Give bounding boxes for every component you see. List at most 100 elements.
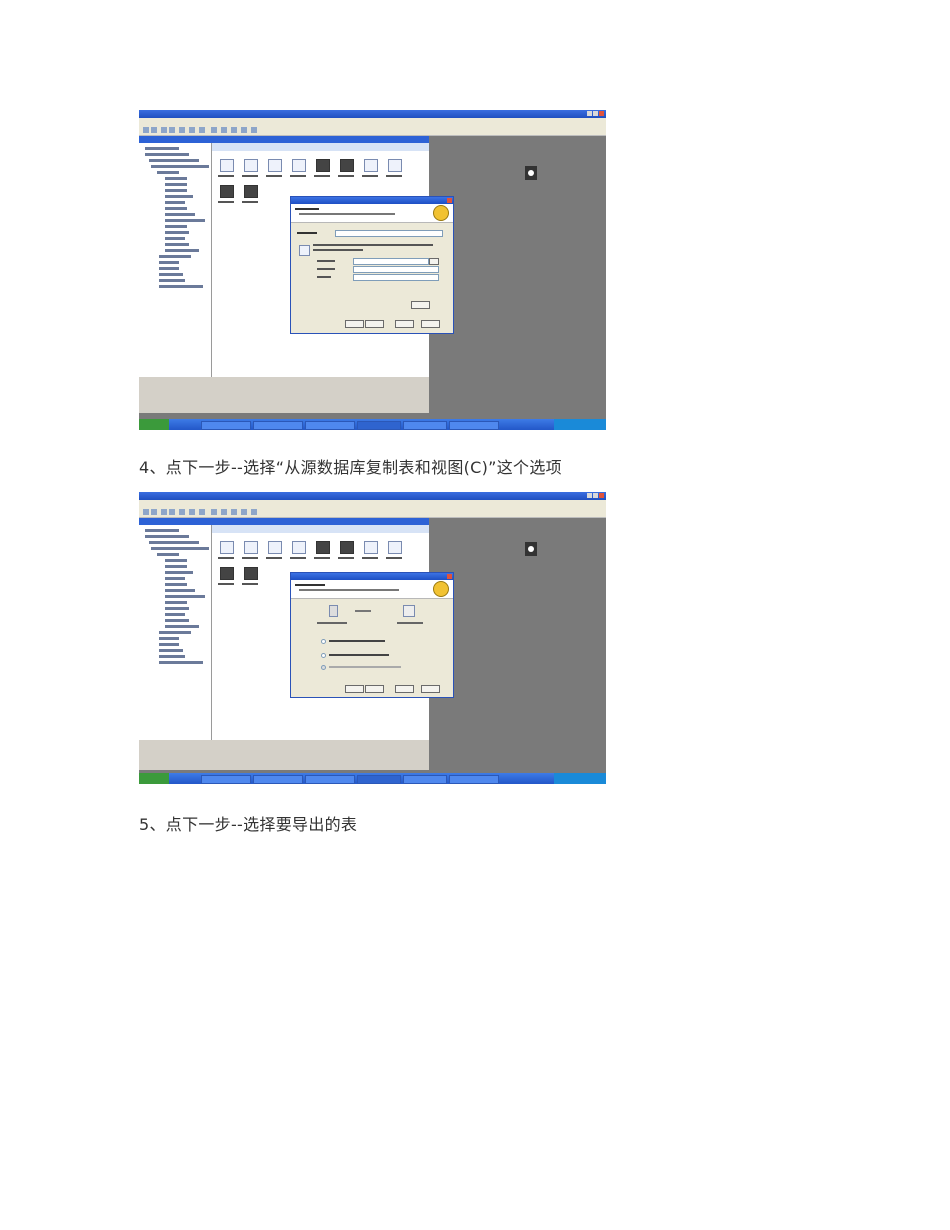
header-title [295,208,319,210]
back-icon [143,509,149,515]
view-icon [268,541,282,554]
tree-item [165,219,205,222]
tree-item [165,207,187,210]
run-icon [251,509,257,515]
user-type-icon [220,185,234,198]
taskbar-button[interactable] [403,775,447,784]
back-icon [143,127,149,133]
user-name-field[interactable] [353,266,439,273]
tree-item [151,547,209,550]
advanced-button[interactable] [411,301,430,309]
wizard-dialog [290,572,454,698]
table-icon [244,541,258,554]
back-button[interactable] [345,320,364,328]
data-source-select[interactable] [335,230,443,237]
transfer-objects-radio[interactable] [321,665,326,670]
icon-label [242,201,258,203]
dialog-title-bar [291,197,453,204]
taskbar-button[interactable] [305,775,355,784]
copy-tables-radio[interactable] [321,639,326,644]
header-subtitle [299,213,395,215]
header-subtitle [299,589,399,591]
tree-item [165,195,193,198]
query-radio[interactable] [321,653,326,658]
password-label [317,276,331,278]
dialog-header [291,580,453,599]
next-button[interactable] [365,320,384,328]
tree-item [151,165,209,168]
taskbar-button[interactable] [201,775,251,784]
taskbar-button[interactable] [201,421,251,430]
taskbar-button[interactable] [357,775,401,784]
close-icon [599,111,604,116]
destination-label [397,622,423,624]
toolbar [139,507,606,518]
icon-label [338,175,354,177]
connection-icon [299,245,310,256]
settings-icon [241,509,247,515]
export-icon [189,127,195,133]
screenshot-wizard-copy-tables [139,492,606,784]
user-function-icon [244,567,258,580]
icon-label [218,201,234,203]
tree-item [157,171,179,174]
taskbar-button[interactable] [305,421,355,430]
refresh-icon [199,127,205,133]
role-icon [340,159,354,172]
query-option-label [329,654,389,656]
next-button[interactable] [365,685,384,693]
delete-icon [169,127,175,133]
stored-procedure-icon [292,159,306,172]
step-4-caption: 4、点下一步--选择“从源数据库复制表和视图(C)”这个选项 [139,458,562,477]
pane-tabs [212,143,429,151]
toolbar [139,125,606,136]
new-icon [211,509,217,515]
data-source-label [297,232,317,234]
tree-item [165,613,185,616]
desktop-object-icon [525,542,537,556]
taskbar-button[interactable] [449,775,499,784]
tree-item [165,183,187,186]
child-window-title [139,136,429,143]
file-name-field[interactable] [353,258,429,265]
tree-item [165,213,195,216]
wizard-logo-icon [433,205,449,221]
step-5-caption: 5、点下一步--选择要导出的表 [139,815,358,834]
tree-item [165,177,187,180]
icon-label [362,557,378,559]
taskbar-button[interactable] [253,421,303,430]
user-icon [316,541,330,554]
taskbar [139,773,606,784]
help-button[interactable] [421,320,440,328]
taskbar-button[interactable] [253,775,303,784]
tree-item [159,637,179,640]
browse-button[interactable] [429,258,439,265]
window-frame [139,746,429,770]
close-icon [447,198,452,203]
tree-item [145,529,179,532]
diagram-icon [220,541,234,554]
dialog-title-bar [291,573,453,580]
up-icon [161,127,167,133]
tree-item [157,553,179,556]
start-button[interactable] [139,419,169,430]
child-window-title [139,518,429,525]
taskbar-button[interactable] [357,421,401,430]
diagram-icon [220,159,234,172]
menu-bar [139,118,606,125]
desktop-object-icon [525,166,537,180]
taskbar-button[interactable] [449,421,499,430]
default-icon [388,159,402,172]
cancel-button[interactable] [395,685,414,693]
help-button[interactable] [421,685,440,693]
password-field[interactable] [353,274,439,281]
back-button[interactable] [345,685,364,693]
cancel-button[interactable] [395,320,414,328]
role-icon [340,541,354,554]
icon-label [218,557,234,559]
start-button[interactable] [139,773,169,784]
tree-item [165,225,187,228]
taskbar-button[interactable] [403,421,447,430]
forward-icon [151,509,157,515]
tree-item [165,601,187,604]
